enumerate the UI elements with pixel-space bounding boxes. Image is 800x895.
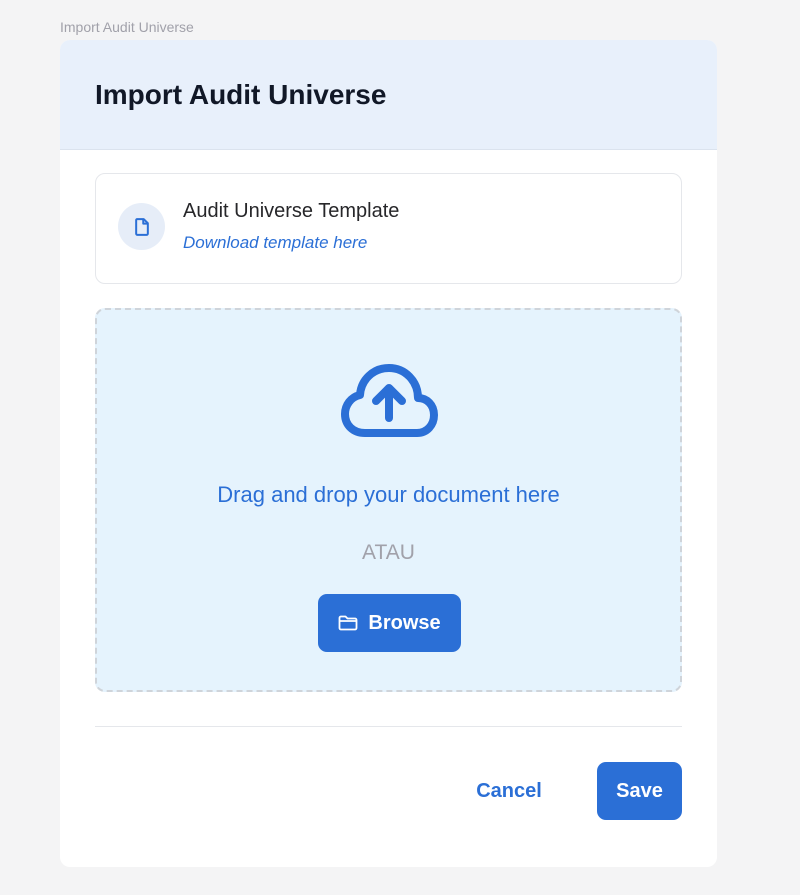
dropzone-separator: ATAU bbox=[362, 541, 415, 564]
template-name: Audit Universe Template bbox=[183, 200, 400, 222]
page-caption: Import Audit Universe bbox=[60, 19, 194, 35]
file-dropzone[interactable]: Drag and drop your document here ATAU Br… bbox=[95, 308, 682, 692]
template-card: Audit Universe Template Download templat… bbox=[95, 173, 682, 284]
browse-button[interactable]: Browse bbox=[318, 594, 461, 652]
modal-title: Import Audit Universe bbox=[95, 78, 387, 110]
dropzone-instruction: Drag and drop your document here bbox=[217, 482, 560, 507]
modal-header: Import Audit Universe bbox=[60, 40, 717, 150]
template-text: Audit Universe Template Download templat… bbox=[183, 200, 399, 253]
save-button[interactable]: Save bbox=[597, 762, 682, 820]
cancel-button[interactable]: Cancel bbox=[456, 762, 562, 820]
browse-label: Browse bbox=[368, 611, 441, 634]
file-icon bbox=[118, 203, 165, 250]
download-template-link[interactable]: Download template here bbox=[183, 233, 399, 253]
import-modal: Import Audit Universe Audit Universe Tem… bbox=[60, 40, 717, 867]
folder-icon bbox=[338, 615, 358, 631]
cloud-upload-icon bbox=[341, 364, 438, 437]
footer-divider bbox=[95, 726, 682, 727]
